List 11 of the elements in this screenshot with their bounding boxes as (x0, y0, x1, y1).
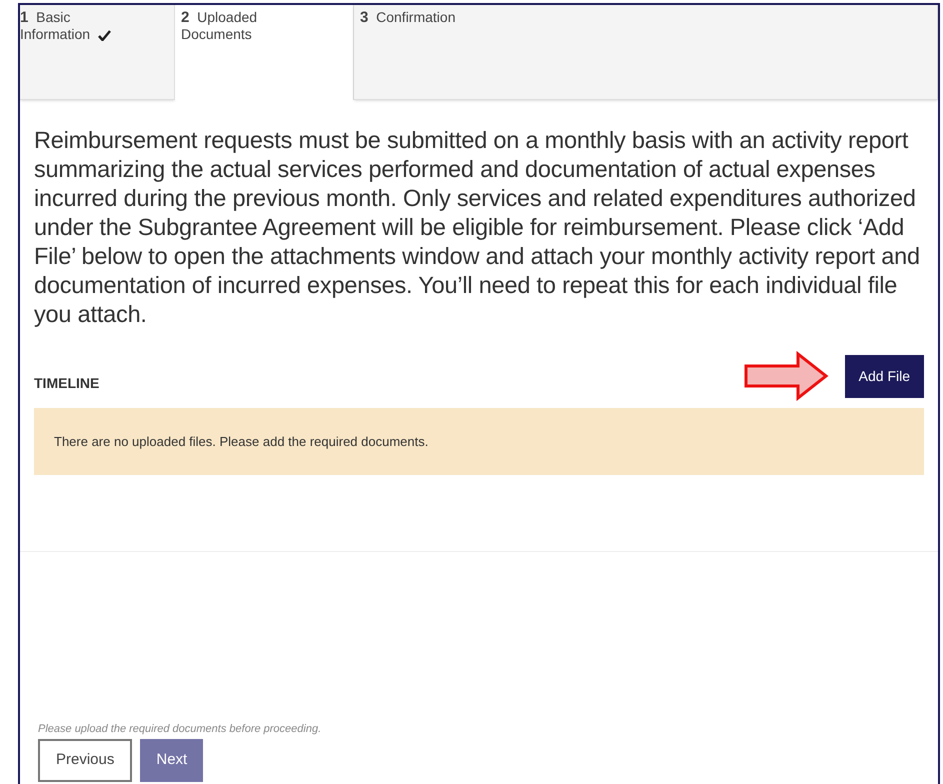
footer-hint: Please upload the required documents before proceeding. (38, 722, 322, 736)
step-tab[interactable]: 1 Basic Information (20, 5, 175, 100)
arrow-icon (742, 351, 829, 401)
instructions-text: Reimbursement requests must be submitted on a monthly basis with an activity report summarizing the actual services performed and documentation of actual expenses incurred during the previous month. Only services and related expenditures authorized under the Subgrantee Agreement will be eligible for reimbursement. Please click ‘Add File’ below to open the attachments window and attach your monthly activity report and documentation of incurred expenses. You’ll need to repeat this for each individual file you attach. (34, 126, 921, 329)
step-tab[interactable]: 3 Confirmation (354, 5, 938, 100)
nav-button[interactable]: Previous (38, 739, 132, 782)
notice-text: There are no uploaded files. Please add the required documents. (54, 432, 428, 451)
section-title: TIMELINE (34, 374, 100, 392)
step-tab[interactable]: 2 Uploaded Documents (175, 5, 354, 100)
add-file-button[interactable]: Add File (844, 354, 924, 398)
check-icon (98, 30, 111, 41)
